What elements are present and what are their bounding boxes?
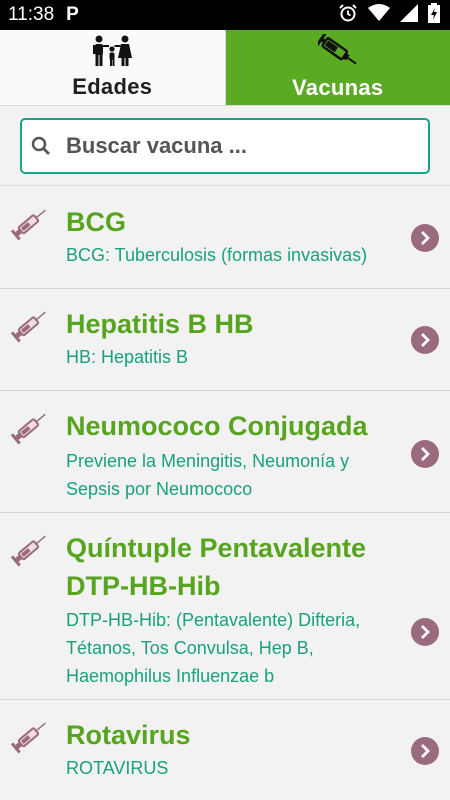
list-item[interactable]: BCG BCG: Tuberculosis (formas invasivas) <box>0 187 450 289</box>
syringe-icon <box>10 716 50 756</box>
tab-vacunas-label: Vacunas <box>292 75 384 100</box>
chevron-right-icon[interactable] <box>411 440 439 468</box>
vaccine-subtitle: HB: Hepatitis B <box>66 347 189 367</box>
signal-icon <box>400 3 418 27</box>
vaccine-title-line: DTP-HB-Hib <box>66 571 221 601</box>
search-box[interactable] <box>20 118 430 174</box>
chevron-right-icon[interactable] <box>411 737 439 765</box>
vaccine-subtitle-line: Previene la Meningitis, Neumonía y <box>66 451 350 471</box>
syringe-icon <box>10 203 50 243</box>
status-time: 11:38 <box>8 4 55 25</box>
vaccine-subtitle: ROTAVIRUS <box>66 758 169 778</box>
chevron-right-icon[interactable] <box>411 618 439 646</box>
tab-edades[interactable]: Edades <box>0 30 226 105</box>
tab-bar: Edades Vacunas <box>0 30 450 106</box>
search-input[interactable] <box>66 133 396 159</box>
search-icon <box>30 135 52 157</box>
wifi-icon <box>368 3 390 27</box>
syringe-icon <box>315 32 358 73</box>
list-item[interactable]: Rotavirus ROTAVIRUS <box>0 700 450 800</box>
search-area <box>0 106 450 186</box>
vaccine-subtitle-line: Haemophilus Influenzae b <box>66 666 275 686</box>
vaccine-subtitle-line: DTP-HB-Hib: (Pentavalente) Difteria, <box>66 610 361 630</box>
syringe-icon <box>10 529 50 569</box>
list-item[interactable]: Quíntuple Pentavalente DTP-HB-Hib DTP-HB… <box>0 513 450 700</box>
vaccine-title-line: Quíntuple Pentavalente <box>66 533 367 563</box>
vaccine-title: Neumococo Conjugada <box>66 411 368 441</box>
vaccine-title: Hepatitis B HB <box>66 309 254 339</box>
syringe-icon <box>10 305 50 345</box>
battery-icon <box>428 2 440 28</box>
vaccine-list: BCG BCG: Tuberculosis (formas invasivas)… <box>0 187 450 800</box>
vaccine-subtitle-line: Tétanos, Tos Convulsa, Hep B, <box>66 638 314 658</box>
chevron-right-icon[interactable] <box>411 224 439 252</box>
status-bar: 11:38 P <box>0 0 450 30</box>
family-icon <box>90 35 134 72</box>
app-notification-badge: P <box>66 4 79 25</box>
tab-edades-label: Edades <box>72 74 153 99</box>
chevron-right-icon[interactable] <box>411 326 439 354</box>
tab-vacunas[interactable]: Vacunas <box>225 30 450 105</box>
syringe-icon <box>10 407 50 447</box>
list-item[interactable]: Hepatitis B HB HB: Hepatitis B <box>0 289 450 391</box>
vaccine-subtitle: BCG: Tuberculosis (formas invasivas) <box>66 245 368 265</box>
vaccine-title: Rotavirus <box>66 720 191 750</box>
vaccine-title: BCG <box>66 207 126 237</box>
alarm-icon <box>338 3 358 28</box>
vaccine-subtitle-line: Sepsis por Neumococo <box>66 479 253 499</box>
list-item[interactable]: Neumococo Conjugada Previene la Meningit… <box>0 391 450 513</box>
